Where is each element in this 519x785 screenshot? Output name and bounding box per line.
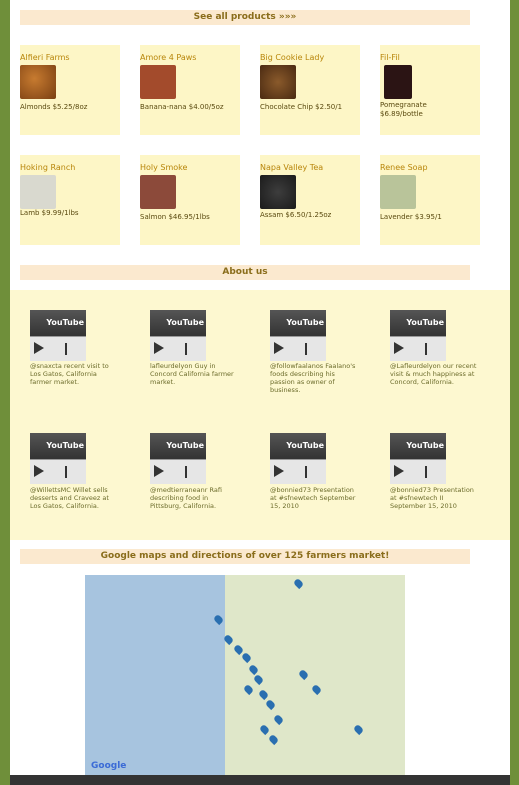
- vendor-tile[interactable]: Renee Soap Lavender $3.95/1: [380, 155, 480, 245]
- volume-icon[interactable]: [425, 466, 441, 478]
- play-icon[interactable]: [154, 465, 164, 477]
- youtube-logo: YouTube: [286, 441, 324, 450]
- vendor-tile[interactable]: Amore 4 Paws Banana-nana $4.00/5oz: [140, 45, 240, 135]
- product-image[interactable]: [20, 175, 56, 209]
- map-marker[interactable]: [310, 683, 323, 696]
- youtube-logo: YouTube: [46, 441, 84, 450]
- map-marker[interactable]: [252, 673, 265, 686]
- volume-icon[interactable]: [185, 466, 201, 478]
- youtube-logo: YouTube: [166, 441, 204, 450]
- volume-icon[interactable]: [185, 343, 201, 355]
- footer-bar: [10, 775, 510, 785]
- volume-icon[interactable]: [65, 343, 81, 355]
- play-icon[interactable]: [34, 342, 44, 354]
- product-image[interactable]: [140, 175, 176, 209]
- youtube-logo: YouTube: [286, 318, 324, 327]
- youtube-logo: YouTube: [46, 318, 84, 327]
- video-caption: @bonnied73 Presentation at #sfnewtech Se…: [270, 486, 356, 510]
- vendor-name[interactable]: Napa Valley Tea: [260, 163, 323, 172]
- map-marker[interactable]: [264, 698, 277, 711]
- map-marker[interactable]: [267, 733, 280, 746]
- page: See all products »»» Alfieri Farms Almon…: [10, 0, 510, 785]
- video-caption: @bonnied73 Presentation at #sfnewtech II…: [390, 486, 474, 510]
- about-us-section: YouTube @snaxcta recent visit to Los Gat…: [10, 290, 510, 540]
- video-caption: @Lafleurdelyon our recent visit & much h…: [390, 362, 477, 386]
- vendor-tile[interactable]: Holy Smoke Salmon $46.95/1lbs: [140, 155, 240, 245]
- see-all-products-link[interactable]: See all products »»»: [20, 10, 470, 25]
- video-caption: @WillettsMC Willet sells desserts and Cr…: [30, 486, 109, 510]
- video-player[interactable]: YouTube: [390, 310, 446, 361]
- youtube-logo: YouTube: [406, 318, 444, 327]
- google-logo: Google: [91, 761, 127, 771]
- video-caption: @snaxcta recent visit to Los Gatos, Cali…: [30, 362, 109, 386]
- product-price: Assam $6.50/1.25oz: [260, 211, 332, 219]
- play-icon[interactable]: [274, 465, 284, 477]
- farmers-market-map[interactable]: Google: [85, 575, 405, 775]
- vendor-tile[interactable]: Big Cookie Lady Chocolate Chip $2.50/1: [260, 45, 360, 135]
- product-price: Lavender $3.95/1: [380, 213, 442, 221]
- vendor-tile[interactable]: Hoking Ranch Lamb $9.99/1lbs: [20, 155, 120, 245]
- video-caption: @medtierraneanr Rafi describing food in …: [150, 486, 222, 510]
- volume-icon[interactable]: [65, 466, 81, 478]
- vendor-tile[interactable]: Fil-Fil Pomegranate $6.89/bottle: [380, 45, 480, 135]
- map-marker[interactable]: [258, 723, 271, 736]
- product-image[interactable]: [20, 65, 56, 99]
- video-player[interactable]: YouTube: [150, 433, 206, 484]
- google-maps-heading: Google maps and directions of over 125 f…: [20, 549, 470, 564]
- video-player[interactable]: YouTube: [30, 310, 86, 361]
- map-marker[interactable]: [247, 663, 260, 676]
- youtube-logo: YouTube: [166, 318, 204, 327]
- product-image[interactable]: [384, 65, 412, 99]
- video-player[interactable]: YouTube: [150, 310, 206, 361]
- map-ocean: [85, 575, 225, 775]
- vendor-name[interactable]: Big Cookie Lady: [260, 53, 324, 62]
- product-price: Chocolate Chip $2.50/1: [260, 103, 343, 111]
- product-price: Lamb $9.99/1lbs: [20, 209, 79, 217]
- video-player[interactable]: YouTube: [270, 310, 326, 361]
- play-icon[interactable]: [394, 342, 404, 354]
- product-image[interactable]: [380, 175, 416, 209]
- product-image[interactable]: [260, 65, 296, 99]
- map-marker[interactable]: [242, 683, 255, 696]
- play-icon[interactable]: [34, 465, 44, 477]
- video-caption: @followfaalanos Faalano's foods describi…: [270, 362, 356, 394]
- video-caption: lafleurdelyon Guy in Concord California …: [150, 362, 234, 386]
- product-image[interactable]: [260, 175, 296, 209]
- map-marker[interactable]: [257, 688, 270, 701]
- product-price: Pomegranate $6.89/bottle: [380, 101, 427, 118]
- volume-icon[interactable]: [425, 343, 441, 355]
- product-price: Almonds $5.25/8oz: [20, 103, 88, 111]
- product-price: Salmon $46.95/1lbs: [140, 213, 210, 221]
- play-icon[interactable]: [394, 465, 404, 477]
- map-marker[interactable]: [272, 713, 285, 726]
- play-icon[interactable]: [274, 342, 284, 354]
- volume-icon[interactable]: [305, 343, 321, 355]
- vendor-tile[interactable]: Napa Valley Tea Assam $6.50/1.25oz: [260, 155, 360, 245]
- product-image[interactable]: [140, 65, 176, 99]
- play-icon[interactable]: [154, 342, 164, 354]
- vendor-name[interactable]: Hoking Ranch: [20, 163, 75, 172]
- vendor-name[interactable]: Fil-Fil: [380, 53, 400, 62]
- video-player[interactable]: YouTube: [390, 433, 446, 484]
- map-marker[interactable]: [240, 651, 253, 664]
- volume-icon[interactable]: [305, 466, 321, 478]
- map-marker[interactable]: [352, 723, 365, 736]
- vendor-name[interactable]: Amore 4 Paws: [140, 53, 196, 62]
- map-marker[interactable]: [292, 577, 305, 590]
- vendor-tile[interactable]: Alfieri Farms Almonds $5.25/8oz: [20, 45, 120, 135]
- about-us-heading: About us: [20, 265, 470, 280]
- youtube-logo: YouTube: [406, 441, 444, 450]
- vendor-name[interactable]: Holy Smoke: [140, 163, 187, 172]
- map-marker[interactable]: [297, 668, 310, 681]
- video-player[interactable]: YouTube: [30, 433, 86, 484]
- product-price: Banana-nana $4.00/5oz: [140, 103, 224, 111]
- video-player[interactable]: YouTube: [270, 433, 326, 484]
- vendor-name[interactable]: Renee Soap: [380, 163, 428, 172]
- vendor-name[interactable]: Alfieri Farms: [20, 53, 70, 62]
